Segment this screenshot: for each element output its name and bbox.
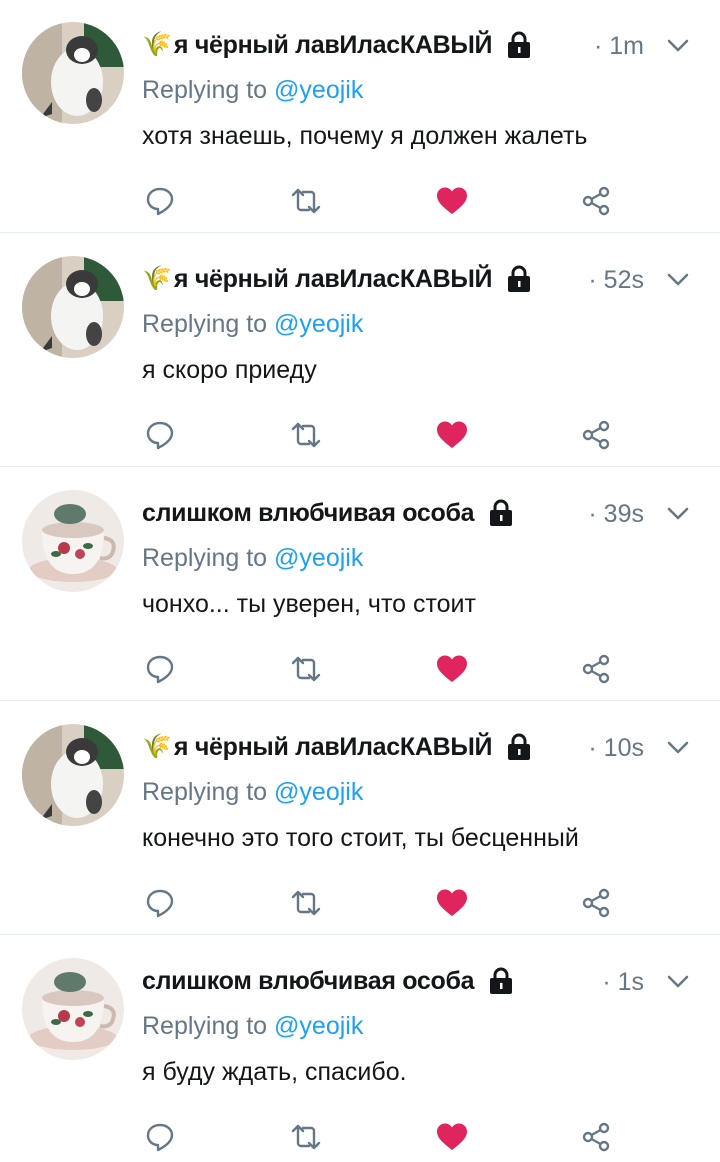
avatar[interactable]	[22, 724, 124, 826]
cat-avatar-image	[22, 256, 124, 358]
replying-to: Replying to @yeojik	[142, 778, 363, 807]
share-icon[interactable]	[578, 417, 614, 453]
replying-to-label: Replying to	[142, 778, 275, 806]
reply-icon[interactable]	[142, 885, 178, 921]
lock-icon	[488, 499, 514, 527]
lock-icon	[506, 265, 532, 293]
replying-to: Replying to @yeojik	[142, 1012, 363, 1041]
chevron-down-icon[interactable]	[666, 38, 690, 59]
tweet-text: конечно это того стоит, ты бесценный	[142, 824, 579, 852]
tweet-text: я скоро приеду	[142, 356, 317, 384]
reply-icon[interactable]	[142, 417, 178, 453]
tweet-actions	[142, 1119, 662, 1155]
heart-icon[interactable]	[434, 1119, 470, 1155]
lock-icon	[506, 733, 532, 761]
timeline-feed: 🌾 я чёрный лавИласКАВЫЙ · 1m Replying to…	[0, 0, 720, 1162]
tweet-text: хотя знаешь, почему я должен жалеть	[142, 122, 588, 150]
reply-icon[interactable]	[142, 183, 178, 219]
retweet-icon[interactable]	[288, 417, 324, 453]
author-name[interactable]: я чёрный лавИласКАВЫЙ	[174, 265, 493, 294]
timestamp[interactable]: · 39s	[588, 500, 644, 529]
heart-icon[interactable]	[434, 183, 470, 219]
author-name[interactable]: я чёрный лавИласКАВЫЙ	[174, 733, 493, 762]
replying-to-label: Replying to	[142, 310, 275, 338]
wheat-emoji: 🌾	[142, 31, 172, 58]
heart-icon[interactable]	[434, 651, 470, 687]
teacup-avatar-image	[22, 490, 124, 592]
cat-avatar-image	[22, 22, 124, 124]
lock-icon	[488, 967, 514, 995]
replying-to-label: Replying to	[142, 1012, 275, 1040]
reply-icon[interactable]	[142, 651, 178, 687]
tweet[interactable]: слишком влюбчивая особа · 39s Replying t…	[0, 468, 720, 701]
retweet-icon[interactable]	[288, 885, 324, 921]
share-icon[interactable]	[578, 1119, 614, 1155]
reply-handle-link[interactable]: @yeojik	[274, 1012, 363, 1040]
wheat-emoji: 🌾	[142, 265, 172, 292]
timestamp[interactable]: · 52s	[588, 266, 644, 295]
tweet[interactable]: 🌾 я чёрный лавИласКАВЫЙ · 1m Replying to…	[0, 0, 720, 233]
reply-icon[interactable]	[142, 1119, 178, 1155]
avatar[interactable]	[22, 490, 124, 592]
tweet[interactable]: 🌾 я чёрный лавИласКАВЫЙ · 10s Replying t…	[0, 702, 720, 935]
avatar[interactable]	[22, 22, 124, 124]
share-icon[interactable]	[578, 651, 614, 687]
cat-avatar-image	[22, 724, 124, 826]
avatar[interactable]	[22, 256, 124, 358]
retweet-icon[interactable]	[288, 183, 324, 219]
replying-to: Replying to @yeojik	[142, 310, 363, 339]
reply-handle-link[interactable]: @yeojik	[274, 76, 363, 104]
author-name[interactable]: я чёрный лавИласКАВЫЙ	[174, 31, 493, 60]
timestamp[interactable]: · 1m	[594, 32, 644, 61]
replying-to-label: Replying to	[142, 76, 275, 104]
timestamp[interactable]: · 10s	[588, 734, 644, 763]
author-name[interactable]: слишком влюбчивая особа	[142, 967, 475, 996]
chevron-down-icon[interactable]	[666, 506, 690, 527]
replying-to: Replying to @yeojik	[142, 544, 363, 573]
avatar[interactable]	[22, 958, 124, 1060]
reply-handle-link[interactable]: @yeojik	[274, 310, 363, 338]
replying-to-label: Replying to	[142, 544, 275, 572]
timestamp[interactable]: · 1s	[602, 968, 644, 997]
tweet-actions	[142, 417, 662, 453]
tweet-actions	[142, 651, 662, 687]
reply-handle-link[interactable]: @yeojik	[274, 544, 363, 572]
tweet-actions	[142, 885, 662, 921]
replying-to: Replying to @yeojik	[142, 76, 363, 105]
tweet[interactable]: слишком влюбчивая особа · 1s Replying to…	[0, 936, 720, 1162]
tweet-text: чонхо... ты уверен, что стоит	[142, 590, 476, 618]
teacup-avatar-image	[22, 958, 124, 1060]
chevron-down-icon[interactable]	[666, 740, 690, 761]
heart-icon[interactable]	[434, 417, 470, 453]
chevron-down-icon[interactable]	[666, 974, 690, 995]
heart-icon[interactable]	[434, 885, 470, 921]
author-name[interactable]: слишком влюбчивая особа	[142, 499, 475, 528]
reply-handle-link[interactable]: @yeojik	[274, 778, 363, 806]
tweet[interactable]: 🌾 я чёрный лавИласКАВЫЙ · 52s Replying t…	[0, 234, 720, 467]
share-icon[interactable]	[578, 183, 614, 219]
retweet-icon[interactable]	[288, 1119, 324, 1155]
tweet-actions	[142, 183, 662, 219]
tweet-text: я буду ждать, спасибо.	[142, 1058, 407, 1086]
wheat-emoji: 🌾	[142, 733, 172, 760]
lock-icon	[506, 31, 532, 59]
chevron-down-icon[interactable]	[666, 272, 690, 293]
retweet-icon[interactable]	[288, 651, 324, 687]
share-icon[interactable]	[578, 885, 614, 921]
